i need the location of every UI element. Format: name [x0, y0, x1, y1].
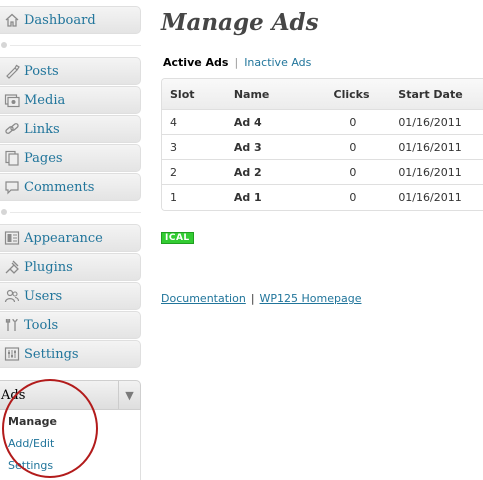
column-header-name: Name — [233, 87, 270, 101]
menu-separator — [0, 40, 141, 50]
plugins-icon — [1, 259, 23, 275]
column-header-clicks: Clicks — [333, 87, 370, 101]
sidebar-item-users[interactable]: Users — [0, 282, 141, 310]
sidebar-item-pages[interactable]: Pages — [0, 144, 141, 172]
table-row[interactable]: 4 Ad 4 0 01/16/2011 — [162, 110, 483, 135]
column-header-start-date: Start Date — [398, 87, 463, 101]
footer-links: Documentation | WP125 Homepage — [161, 292, 362, 305]
sidebar-item-media[interactable]: Media — [0, 86, 141, 114]
sidebar-item-tools[interactable]: Tools — [0, 311, 141, 339]
users-icon — [1, 288, 23, 304]
cell-name: Ad 1 — [233, 191, 262, 204]
sidebar-item-label: Appearance — [24, 230, 103, 246]
links-icon — [1, 121, 23, 137]
submenu-item-settings[interactable]: Settings — [8, 459, 53, 472]
sidebar-item-label: Tools — [24, 317, 59, 333]
cell-clicks: 0 — [349, 165, 357, 179]
appearance-icon — [1, 230, 23, 246]
sidebar-item-comments[interactable]: Comments — [0, 173, 141, 201]
posts-icon — [1, 63, 23, 79]
cell-clicks: 0 — [349, 140, 357, 154]
submenu-item-manage[interactable]: Manage — [8, 415, 57, 428]
wp125-homepage-link[interactable]: WP125 Homepage — [260, 292, 362, 305]
tab-separator: | — [234, 56, 239, 69]
sidebar-item-label: Dashboard — [24, 12, 96, 28]
cell-name: Ad 4 — [233, 115, 262, 129]
sidebar-item-appearance[interactable]: Appearance — [0, 224, 141, 252]
table-row[interactable]: 2 Ad 2 0 01/16/2011 — [162, 160, 483, 185]
cell-slot: 4 — [170, 115, 177, 129]
sidebar-item-label: Pages — [24, 150, 63, 166]
triangle-down-icon[interactable]: ▼ — [118, 381, 140, 409]
sidebar-item-links[interactable]: Links — [0, 115, 141, 143]
pages-icon — [1, 150, 23, 166]
ad-status-tabs: Active Ads | Inactive Ads — [163, 56, 311, 69]
table-row[interactable]: 3 Ad 3 0 01/16/2011 — [162, 135, 483, 160]
ads-table: Slot Name Clicks Start Date 4 Ad 4 0 01/… — [161, 78, 483, 211]
ads-submenu: Manage Add/Edit Settings — [0, 410, 141, 480]
column-header-slot: Slot — [170, 87, 195, 101]
sidebar-item-label: Links — [24, 121, 60, 137]
sidebar-item-label: Users — [24, 288, 63, 304]
sidebar-item-posts[interactable]: Posts — [0, 57, 141, 85]
documentation-link[interactable]: Documentation — [161, 292, 246, 305]
tools-icon — [1, 317, 23, 333]
menu-separator — [0, 207, 141, 217]
settings-icon — [1, 346, 23, 362]
sidebar-item-label: Media — [24, 92, 66, 108]
cell-slot: 2 — [170, 165, 177, 179]
ical-badge[interactable]: ICAL — [161, 232, 194, 244]
sidebar-item-ads[interactable]: Ads ▼ — [0, 380, 141, 415]
media-icon — [1, 92, 23, 108]
tab-inactive-ads[interactable]: Inactive Ads — [244, 56, 311, 69]
submenu-item-add-edit[interactable]: Add/Edit — [8, 437, 54, 450]
cell-name: Ad 2 — [233, 165, 262, 179]
table-header: Slot Name Clicks Start Date — [162, 79, 483, 110]
cell-clicks: 0 — [349, 191, 357, 204]
cell-start-date: 01/16/2011 — [398, 140, 462, 154]
sidebar-item-label: Comments — [24, 179, 95, 195]
footer-separator: | — [250, 292, 255, 305]
cell-start-date: 01/16/2011 — [398, 115, 462, 129]
cell-slot: 3 — [170, 140, 177, 154]
cell-start-date: 01/16/2011 — [398, 165, 462, 179]
dashboard-icon — [1, 12, 23, 28]
comments-icon — [1, 179, 23, 195]
sidebar-item-label: Plugins — [24, 259, 73, 275]
sidebar-item-plugins[interactable]: Plugins — [0, 253, 141, 281]
sidebar-item-label: Ads — [1, 387, 26, 403]
cell-name: Ad 3 — [233, 140, 262, 154]
sidebar-item-settings[interactable]: Settings — [0, 340, 141, 368]
page-title: Manage Ads — [161, 9, 319, 36]
admin-sidebar: Dashboard Posts Media Links Pages Commen… — [0, 0, 142, 480]
tab-active-ads[interactable]: Active Ads — [163, 56, 228, 69]
table-row[interactable]: 1 Ad 1 0 01/16/2011 — [162, 185, 483, 210]
cell-start-date: 01/16/2011 — [398, 191, 462, 204]
sidebar-item-label: Posts — [24, 63, 59, 79]
cell-slot: 1 — [170, 191, 177, 204]
sidebar-item-dashboard[interactable]: Dashboard — [0, 6, 141, 34]
cell-clicks: 0 — [349, 115, 357, 129]
sidebar-item-label: Settings — [24, 346, 79, 362]
